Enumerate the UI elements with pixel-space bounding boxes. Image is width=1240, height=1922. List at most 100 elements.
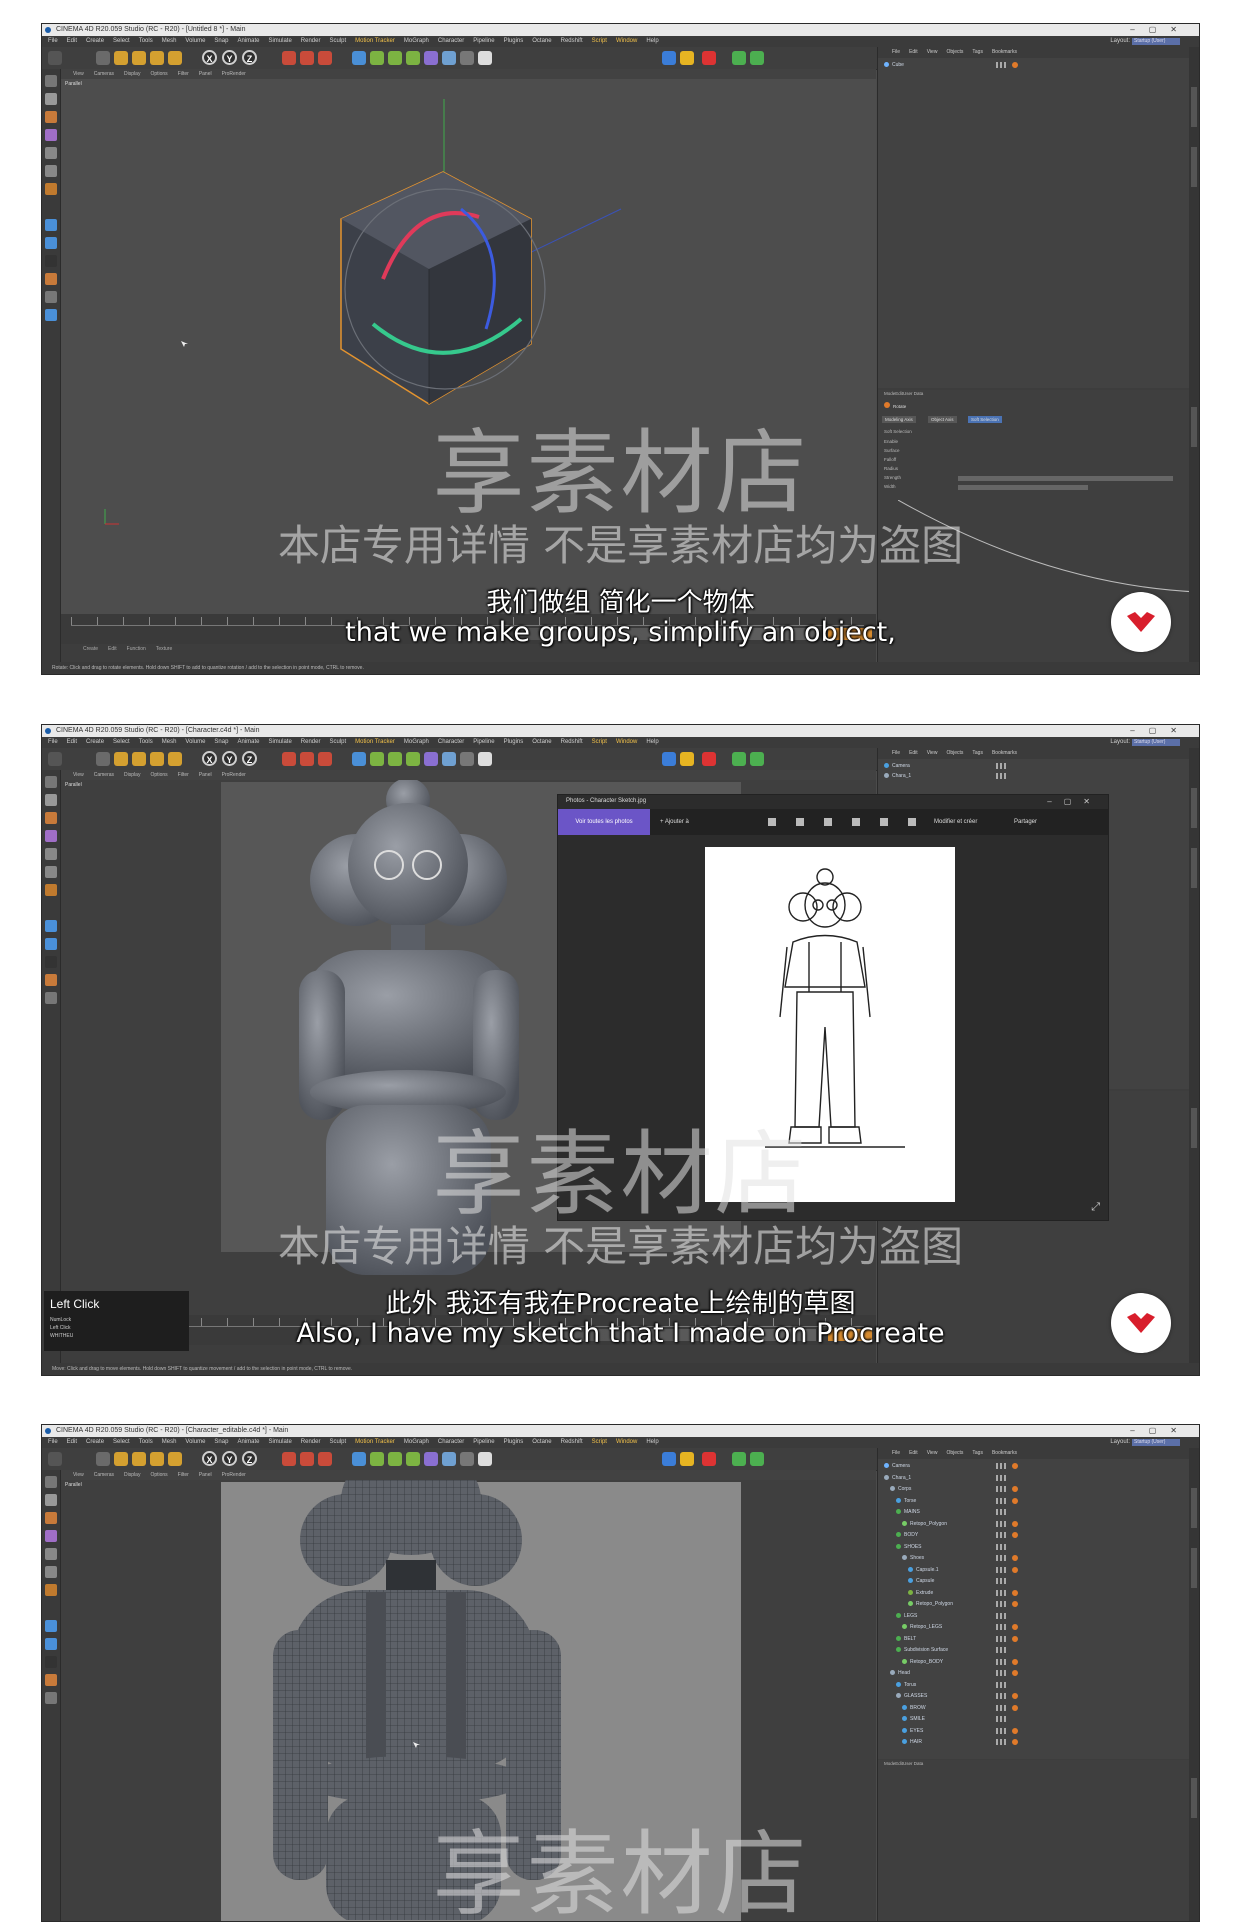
octane-icon[interactable] (662, 1452, 676, 1466)
window-controls[interactable]: –▢✕ (1130, 1425, 1191, 1437)
x-axis-icon[interactable]: X (202, 50, 217, 65)
object-row[interactable]: Torse (896, 1496, 1018, 1506)
object-row[interactable]: Capsule (908, 1576, 1008, 1586)
object-row[interactable]: Chara_1 (884, 1473, 1008, 1483)
camera-icon[interactable] (460, 1452, 474, 1466)
menu-create[interactable]: Create (86, 739, 104, 745)
texture-mode-icon[interactable] (45, 1512, 57, 1524)
z-axis-icon[interactable]: Z (242, 751, 257, 766)
viewport-menu-options[interactable]: Options (150, 71, 167, 77)
viewport-menu-filter[interactable]: Filter (178, 1472, 189, 1478)
fracture-icon[interactable] (750, 1452, 764, 1466)
light-icon[interactable] (478, 1452, 492, 1466)
edges-mode-icon[interactable] (45, 165, 57, 177)
pen-icon[interactable] (370, 752, 384, 766)
viewport-menu-filter[interactable]: Filter (178, 772, 189, 778)
menu-mograph[interactable]: MoGraph (404, 38, 429, 44)
rotate-icon[interactable] (150, 1452, 164, 1466)
select-icon[interactable] (96, 51, 110, 65)
menu-character[interactable]: Character (438, 38, 464, 44)
viewport-menu-display[interactable]: Display (124, 772, 140, 778)
object-row[interactable]: Retopo_LEGS (902, 1622, 1018, 1632)
menu-tools[interactable]: Tools (139, 739, 153, 745)
object-row[interactable]: HAIR (902, 1737, 1018, 1747)
redshift-icon[interactable] (702, 51, 716, 65)
render-icon[interactable] (300, 1452, 314, 1466)
scale-icon[interactable] (132, 1452, 146, 1466)
menu-mograph[interactable]: MoGraph (404, 739, 429, 745)
object-row[interactable]: BODY (896, 1530, 1018, 1540)
viewport-menu-cameras[interactable]: Cameras (94, 772, 114, 778)
objects-menu-file[interactable]: File (892, 750, 900, 756)
menu-plugins[interactable]: Plugins (504, 739, 524, 745)
render-settings-icon[interactable] (318, 1452, 332, 1466)
menu-window[interactable]: Window (616, 1439, 637, 1445)
objects-menu-view[interactable]: View (927, 1450, 938, 1456)
photo-tool-icons[interactable] (768, 818, 918, 826)
snap-icon[interactable] (45, 1656, 57, 1668)
locked-workplane-icon[interactable] (45, 1674, 57, 1686)
locked-workplane-icon[interactable] (45, 974, 57, 986)
model-mode-icon[interactable] (45, 93, 57, 105)
cloner-icon[interactable] (406, 752, 420, 766)
object-row[interactable]: Chara_1 (884, 771, 1008, 781)
menu-render[interactable]: Render (301, 38, 321, 44)
menu-file[interactable]: File (48, 38, 58, 44)
viewport-menu-options[interactable]: Options (150, 1472, 167, 1478)
edit-create-button[interactable]: Modifier et créer (934, 809, 977, 835)
attribute-menu-edit[interactable]: Edit (895, 1761, 903, 1766)
object-row[interactable]: Corps (890, 1484, 1018, 1494)
menu-mesh[interactable]: Mesh (162, 38, 177, 44)
camera-icon[interactable] (460, 752, 474, 766)
menu-tools[interactable]: Tools (139, 1439, 153, 1445)
objects-menu-bookmarks[interactable]: Bookmarks (992, 750, 1017, 756)
recent-tool-icon[interactable] (168, 1452, 182, 1466)
viewport-menu-panel[interactable]: Panel (199, 71, 212, 77)
y-axis-icon[interactable]: Y (222, 751, 237, 766)
menu-snap[interactable]: Snap (214, 1439, 228, 1445)
objects-menu-tags[interactable]: Tags (972, 49, 983, 55)
redshift-icon[interactable] (702, 752, 716, 766)
attribute-menu-user-data[interactable]: User Data (903, 391, 923, 396)
menu-tools[interactable]: Tools (139, 38, 153, 44)
objects-menu-edit[interactable]: Edit (909, 49, 918, 55)
object-row[interactable]: Retopo_Polygon (908, 1599, 1018, 1609)
texture-mode-icon[interactable] (45, 812, 57, 824)
render-settings-icon[interactable] (318, 752, 332, 766)
menu-file[interactable]: File (48, 1439, 58, 1445)
viewport-menu-cameras[interactable]: Cameras (94, 71, 114, 77)
cube-primitive-icon[interactable] (352, 1452, 366, 1466)
photos-window-controls[interactable]: –▢✕ (1047, 797, 1102, 806)
viewport-menu-view[interactable]: View (73, 71, 84, 77)
objects-menu-edit[interactable]: Edit (909, 1450, 918, 1456)
menu-file[interactable]: File (48, 739, 58, 745)
menu-sculpt[interactable]: Sculpt (329, 739, 346, 745)
snap-icon[interactable] (45, 956, 57, 968)
render-view-icon[interactable] (282, 1452, 296, 1466)
polygons-mode-icon[interactable] (45, 884, 57, 896)
z-axis-icon[interactable]: Z (242, 1451, 257, 1466)
tweak-mode-icon[interactable] (45, 237, 57, 249)
object-row[interactable]: EYES (902, 1726, 1018, 1736)
object-row[interactable]: SMILE (902, 1714, 1008, 1724)
tweak-mode-icon[interactable] (45, 1638, 57, 1650)
art-icon[interactable] (680, 1452, 694, 1466)
object-row[interactable]: Extrude (908, 1588, 1018, 1598)
layout-select[interactable]: Startup (User) (1132, 1439, 1180, 1446)
viewport-menu-options[interactable]: Options (150, 772, 167, 778)
octane-icon[interactable] (662, 752, 676, 766)
art-icon[interactable] (680, 51, 694, 65)
deformer-icon[interactable] (424, 1452, 438, 1466)
share-button[interactable]: Partager (1014, 809, 1037, 835)
menu-select[interactable]: Select (113, 739, 130, 745)
scale-icon[interactable] (132, 51, 146, 65)
move-icon[interactable] (114, 752, 128, 766)
menu-select[interactable]: Select (113, 38, 130, 44)
art-icon[interactable] (680, 752, 694, 766)
model-mode-icon[interactable] (45, 1494, 57, 1506)
menu-plugins[interactable]: Plugins (504, 38, 524, 44)
objects-menu-view[interactable]: View (927, 49, 938, 55)
fracture-icon[interactable] (750, 51, 764, 65)
menu-redshift[interactable]: Redshift (561, 38, 583, 44)
planar-workplane-icon[interactable] (45, 291, 57, 303)
